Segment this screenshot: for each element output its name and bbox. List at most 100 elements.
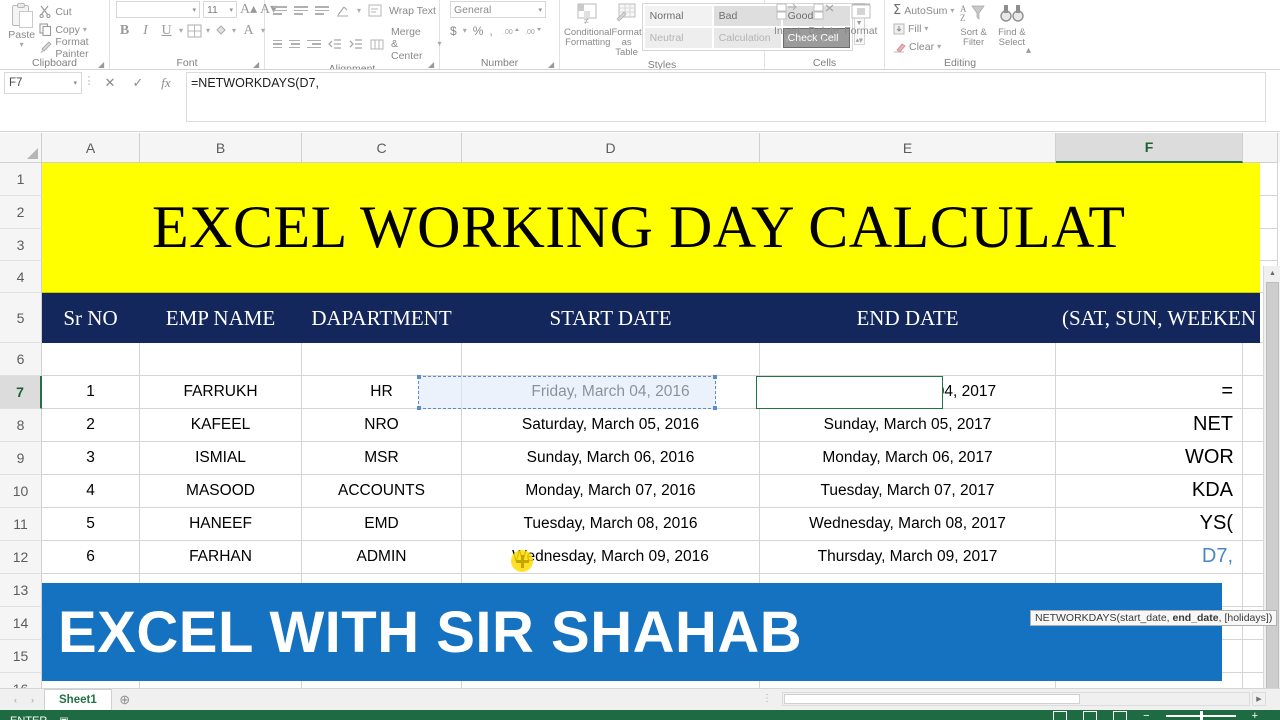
cell-a8[interactable]: 2 [42,409,140,442]
paste-button[interactable]: Paste ▾ [4,1,39,49]
cell-d8[interactable]: Saturday, March 05, 2016 [462,409,760,442]
row-header-8[interactable]: 8 [0,409,42,442]
row-header-7[interactable]: 7 [0,376,42,409]
insert-function-icon[interactable]: fx [152,75,180,91]
align-right-icon[interactable] [307,39,321,49]
format-cells-button[interactable]: Format ▾ [842,1,880,45]
borders-button[interactable] [187,24,202,38]
sheet-tab-sheet1[interactable]: Sheet1 [44,689,112,710]
column-header-e[interactable]: E [760,133,1056,163]
zoom-slider[interactable] [1165,710,1236,720]
fill-color-button[interactable] [214,24,228,38]
formula-input[interactable]: =NETWORKDAYS(D7, [186,72,1266,122]
header-weekend[interactable]: (SAT, SUN, WEEKEN [1056,293,1258,343]
chevron-down-icon[interactable]: ▾ [192,6,196,14]
cell-b10[interactable]: MASOOD [140,475,302,508]
insert-cells-button[interactable]: Insert ▾ [769,1,805,45]
cell-c10[interactable]: ACCOUNTS [302,475,462,508]
chevron-down-icon[interactable]: ▾ [924,24,928,33]
chevron-down-icon[interactable]: ▾ [179,27,183,35]
grow-font-button[interactable]: A▴ [240,1,257,18]
cell-a10[interactable]: 4 [42,475,140,508]
comma-button[interactable]: , [489,24,492,38]
cell-d10[interactable]: Monday, March 07, 2016 [462,475,760,508]
style-neutral[interactable]: Neutral [644,28,712,48]
align-bottom-icon[interactable] [315,6,329,15]
cell-a9[interactable]: 3 [42,442,140,475]
align-middle-icon[interactable] [294,6,308,15]
orientation-icon[interactable] [336,4,350,17]
sort-filter-button[interactable]: AZ Sort & Filter [954,1,992,48]
clipboard-dialog-launcher-icon[interactable]: ◢ [98,60,107,69]
row-header-12[interactable]: 12 [0,541,42,574]
cell-b9[interactable]: ISMIAL [140,442,302,475]
chevron-down-icon[interactable]: ▾ [20,41,24,49]
cell-d12[interactable]: Wednesday, March 09, 2016 [462,541,760,574]
decrease-indent-icon[interactable] [328,38,342,50]
header-start-date[interactable]: START DATE [462,293,760,343]
name-box[interactable]: F7 ▾ [4,72,82,94]
column-header-d[interactable]: D [462,133,760,163]
format-as-table-button[interactable]: Format as Table [612,1,642,58]
header-department[interactable]: DAPARTMENT [302,293,462,343]
row-header-9[interactable]: 9 [0,442,42,475]
cell-b8[interactable]: KAFEEL [140,409,302,442]
bold-button[interactable]: B [116,23,133,39]
chevron-down-icon[interactable]: ▾ [785,37,789,45]
chevron-down-icon[interactable]: ▾ [463,27,467,35]
underline-button[interactable]: U [158,23,175,39]
column-header-b[interactable]: B [140,133,302,163]
collapse-ribbon-icon[interactable]: ▴ [1026,45,1031,56]
cell-c12[interactable]: ADMIN [302,541,462,574]
add-sheet-button[interactable]: ⊕ [112,692,138,708]
decrease-decimal-icon[interactable]: .00 [525,25,541,37]
format-painter-button[interactable]: Format Painter [39,36,105,60]
number-format-select[interactable]: General ▾ [450,1,546,18]
fill-button[interactable]: Fill ▾ [893,20,954,37]
previous-sheet-icon[interactable]: ‹ [14,695,17,705]
cell-e12[interactable]: Thursday, March 09, 2017 [760,541,1056,574]
align-left-icon[interactable] [273,39,282,49]
chevron-down-icon[interactable]: ▾ [83,25,87,34]
conditional-formatting-button[interactable]: ≠ Conditional Formatting [564,1,612,48]
horizontal-scroll-thumb[interactable] [784,694,1080,704]
chevron-down-icon[interactable]: ▾ [357,6,361,15]
cancel-formula-button[interactable]: ✕ [96,75,124,91]
cell-a11[interactable]: 5 [42,508,140,541]
name-box-resize-handle[interactable]: ⋮ [82,74,96,87]
cell-b12[interactable]: FARHAN [140,541,302,574]
chevron-down-icon[interactable]: ▾ [229,6,233,14]
font-name-input[interactable]: ▾ [116,1,200,18]
increase-decimal-icon[interactable]: .00 [503,25,519,37]
active-cell-f7[interactable] [756,376,943,409]
column-header-a[interactable]: A [42,133,140,163]
cell-a12[interactable]: 6 [42,541,140,574]
column-header-g[interactable] [1243,133,1278,163]
select-all-corner[interactable] [0,133,42,163]
cell-a7[interactable]: 1 [42,376,140,409]
chevron-down-icon[interactable]: ▾ [232,27,236,35]
row-header-15[interactable]: 15 [0,640,42,673]
scroll-right-icon[interactable]: ▶ [1252,692,1266,706]
chevron-down-icon[interactable]: ▾ [859,37,863,45]
clear-button[interactable]: Clear ▾ [893,38,954,55]
row-header-11[interactable]: 11 [0,508,42,541]
find-select-button[interactable]: Find & Select [993,1,1031,48]
next-sheet-icon[interactable]: › [31,695,34,705]
font-dialog-launcher-icon[interactable]: ◢ [253,60,262,69]
cell-c8[interactable]: NRO [302,409,462,442]
cell-e9[interactable]: Monday, March 06, 2017 [760,442,1056,475]
zoom-in-icon[interactable]: + [1252,710,1258,720]
merge-center-label[interactable]: Merge & Center [391,26,431,62]
vertical-scroll-thumb[interactable] [1266,282,1279,688]
row-header-16[interactable]: 16 [0,673,42,688]
split-handle[interactable]: ⋮ [762,693,774,704]
row-header-5[interactable]: 5 [0,293,42,343]
cell-d11[interactable]: Tuesday, March 08, 2016 [462,508,760,541]
header-emp-name[interactable]: EMP NAME [140,293,302,343]
style-normal[interactable]: Normal [644,6,712,26]
cell-b11[interactable]: HANEEF [140,508,302,541]
cell-c11[interactable]: EMD [302,508,462,541]
column-header-f[interactable]: F [1056,133,1243,163]
column-header-c[interactable]: C [302,133,462,163]
